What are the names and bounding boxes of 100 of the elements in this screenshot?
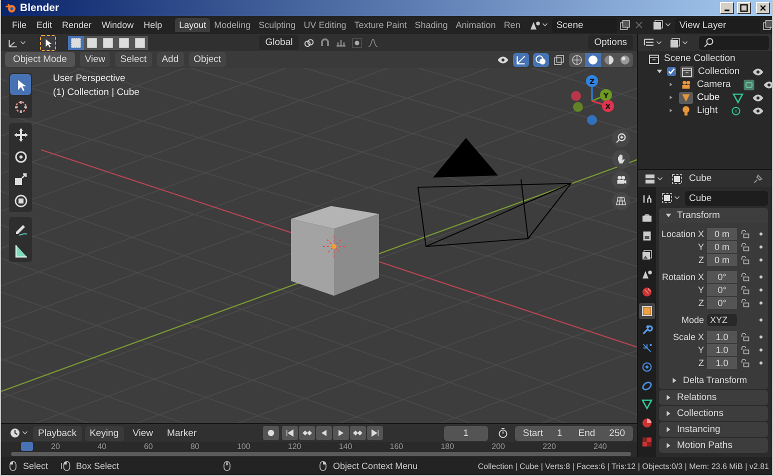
outliner-item[interactable]: Scene Collection	[664, 53, 736, 64]
scrollbar[interactable]	[11, 452, 631, 456]
view-layer-name-field[interactable]: View Layer	[675, 18, 760, 32]
outliner-item[interactable]: Camera	[697, 79, 731, 90]
timeline-menu-button[interactable]: View	[128, 426, 158, 440]
link-icon[interactable]	[302, 36, 315, 48]
copy-icon[interactable]	[619, 19, 632, 31]
camera-data-icon[interactable]	[742, 78, 755, 90]
minimize-button[interactable]	[720, 2, 734, 14]
orientation-dropdown[interactable]: Global	[259, 35, 299, 50]
next-key-button[interactable]	[350, 426, 366, 440]
workspace-tab[interactable]: Layout	[175, 18, 210, 32]
padlock-icon[interactable]	[740, 284, 750, 294]
viewport-menu-button[interactable]: Select	[115, 52, 152, 67]
pin-icon[interactable]	[752, 172, 764, 184]
menu-item[interactable]: Help	[138, 20, 168, 30]
keyframe-dot-icon[interactable]	[759, 360, 763, 364]
padlock-icon[interactable]	[740, 332, 750, 342]
expand-triangle-icon[interactable]	[665, 410, 672, 417]
keyframe-dot-icon[interactable]	[759, 288, 763, 292]
magnet-icon[interactable]	[318, 36, 331, 48]
viewport-menu-button[interactable]: View	[80, 52, 110, 67]
options-dropdown[interactable]: Options	[588, 35, 633, 50]
stopwatch-icon[interactable]	[496, 427, 509, 439]
scene-name-field[interactable]: Scene	[552, 18, 618, 32]
panel-title[interactable]: Motion Paths	[677, 440, 732, 451]
number-field[interactable]: 0°	[707, 296, 737, 308]
outliner-item[interactable]: Light	[697, 105, 718, 116]
keyframe-dot-icon[interactable]	[759, 318, 763, 322]
keyframe-dot-icon[interactable]	[759, 348, 763, 352]
eye-icon[interactable]	[752, 92, 764, 104]
outliner-item[interactable]: Collection	[698, 66, 740, 77]
selection-mode-button[interactable]	[68, 36, 84, 50]
selection-mode-button[interactable]	[84, 36, 100, 50]
padlock-icon[interactable]	[740, 344, 750, 354]
workspace-tab[interactable]: Ren	[500, 18, 524, 32]
expand-triangle-icon[interactable]	[665, 212, 672, 219]
projection-toggle-button[interactable]	[612, 192, 630, 210]
expand-triangle-icon[interactable]	[665, 426, 672, 433]
number-field[interactable]: 0 m	[707, 228, 737, 240]
maximize-button[interactable]	[737, 2, 751, 14]
object-mode-dropdown[interactable]: Object Mode	[5, 52, 75, 67]
timeline-menu-button[interactable]: Marker	[162, 426, 202, 440]
expand-triangle-icon[interactable]	[671, 376, 678, 384]
panel-title[interactable]: Collections	[677, 408, 724, 419]
xray-icon[interactable]	[553, 54, 565, 66]
number-field[interactable]: 0 m	[707, 254, 737, 266]
keyframe-dot-icon[interactable]	[759, 232, 763, 236]
selection-mode-button[interactable]	[100, 36, 116, 50]
workspace-tab[interactable]: Sculpting	[254, 18, 300, 32]
overlay-toggle-button[interactable]	[533, 52, 549, 66]
expand-triangle-icon[interactable]	[665, 394, 672, 401]
properties-tab[interactable]	[639, 303, 655, 319]
keyframe-dot-icon[interactable]	[759, 258, 763, 262]
eye-icon[interactable]	[752, 104, 764, 116]
playhead-marker[interactable]	[21, 442, 33, 451]
camera-view-button[interactable]	[612, 171, 630, 189]
menu-item[interactable]: File	[7, 20, 32, 30]
zoom-button[interactable]	[612, 129, 630, 147]
keyframe-dot-icon[interactable]	[759, 334, 763, 338]
jump-end-button[interactable]	[366, 426, 383, 440]
number-field[interactable]: 0°	[707, 284, 737, 296]
expand-triangle-icon[interactable]	[665, 442, 672, 449]
triangle-icon[interactable]	[679, 92, 693, 104]
menu-item[interactable]: Render	[57, 20, 97, 30]
eye-icon[interactable]	[497, 54, 509, 66]
rotation-mode-dropdown[interactable]: XYZ	[707, 314, 737, 326]
padlock-icon[interactable]	[740, 254, 750, 264]
checkbox[interactable]	[667, 67, 676, 76]
keyframe-dot-icon[interactable]	[759, 274, 763, 278]
current-frame-field[interactable]: 1	[444, 426, 488, 440]
data-type-button[interactable]	[659, 191, 682, 205]
start-frame-field[interactable]: 1	[546, 426, 570, 440]
panel-title[interactable]: Transform	[677, 210, 720, 221]
keyframe-dot-icon[interactable]	[759, 300, 763, 304]
tool-button[interactable]	[10, 74, 31, 95]
viewport-menu-button[interactable]: Add	[156, 52, 184, 67]
proportional-edit-icon[interactable]	[350, 36, 363, 48]
play-reverse-button[interactable]	[316, 426, 332, 440]
expand-triangle-icon[interactable]	[656, 68, 663, 75]
gizmo-toggle-button[interactable]	[513, 52, 529, 66]
selection-mode-button[interactable]	[132, 36, 148, 50]
number-field[interactable]: 1.0	[707, 344, 737, 356]
light-data-icon[interactable]	[730, 104, 742, 116]
number-field[interactable]: 1.0	[707, 356, 737, 368]
jump-start-button[interactable]	[282, 426, 298, 440]
menu-item[interactable]: Edit	[32, 20, 58, 30]
shading-mode-button[interactable]	[569, 52, 585, 66]
select-tool-button[interactable]	[40, 34, 56, 50]
falloff-curve-icon[interactable]	[366, 36, 379, 48]
pan-button[interactable]	[612, 150, 630, 168]
padlock-icon[interactable]	[740, 298, 750, 308]
properties-tab[interactable]	[639, 396, 655, 412]
viewport-menu-button[interactable]: Object	[188, 52, 226, 67]
previous-key-button[interactable]	[298, 426, 315, 440]
number-field[interactable]: 1.0	[707, 330, 737, 342]
subpanel-title[interactable]: Delta Transform	[683, 375, 748, 385]
end-frame-field[interactable]: 250	[599, 426, 634, 440]
search-field[interactable]	[699, 36, 769, 50]
outliner-item[interactable]: Cube	[697, 92, 720, 103]
